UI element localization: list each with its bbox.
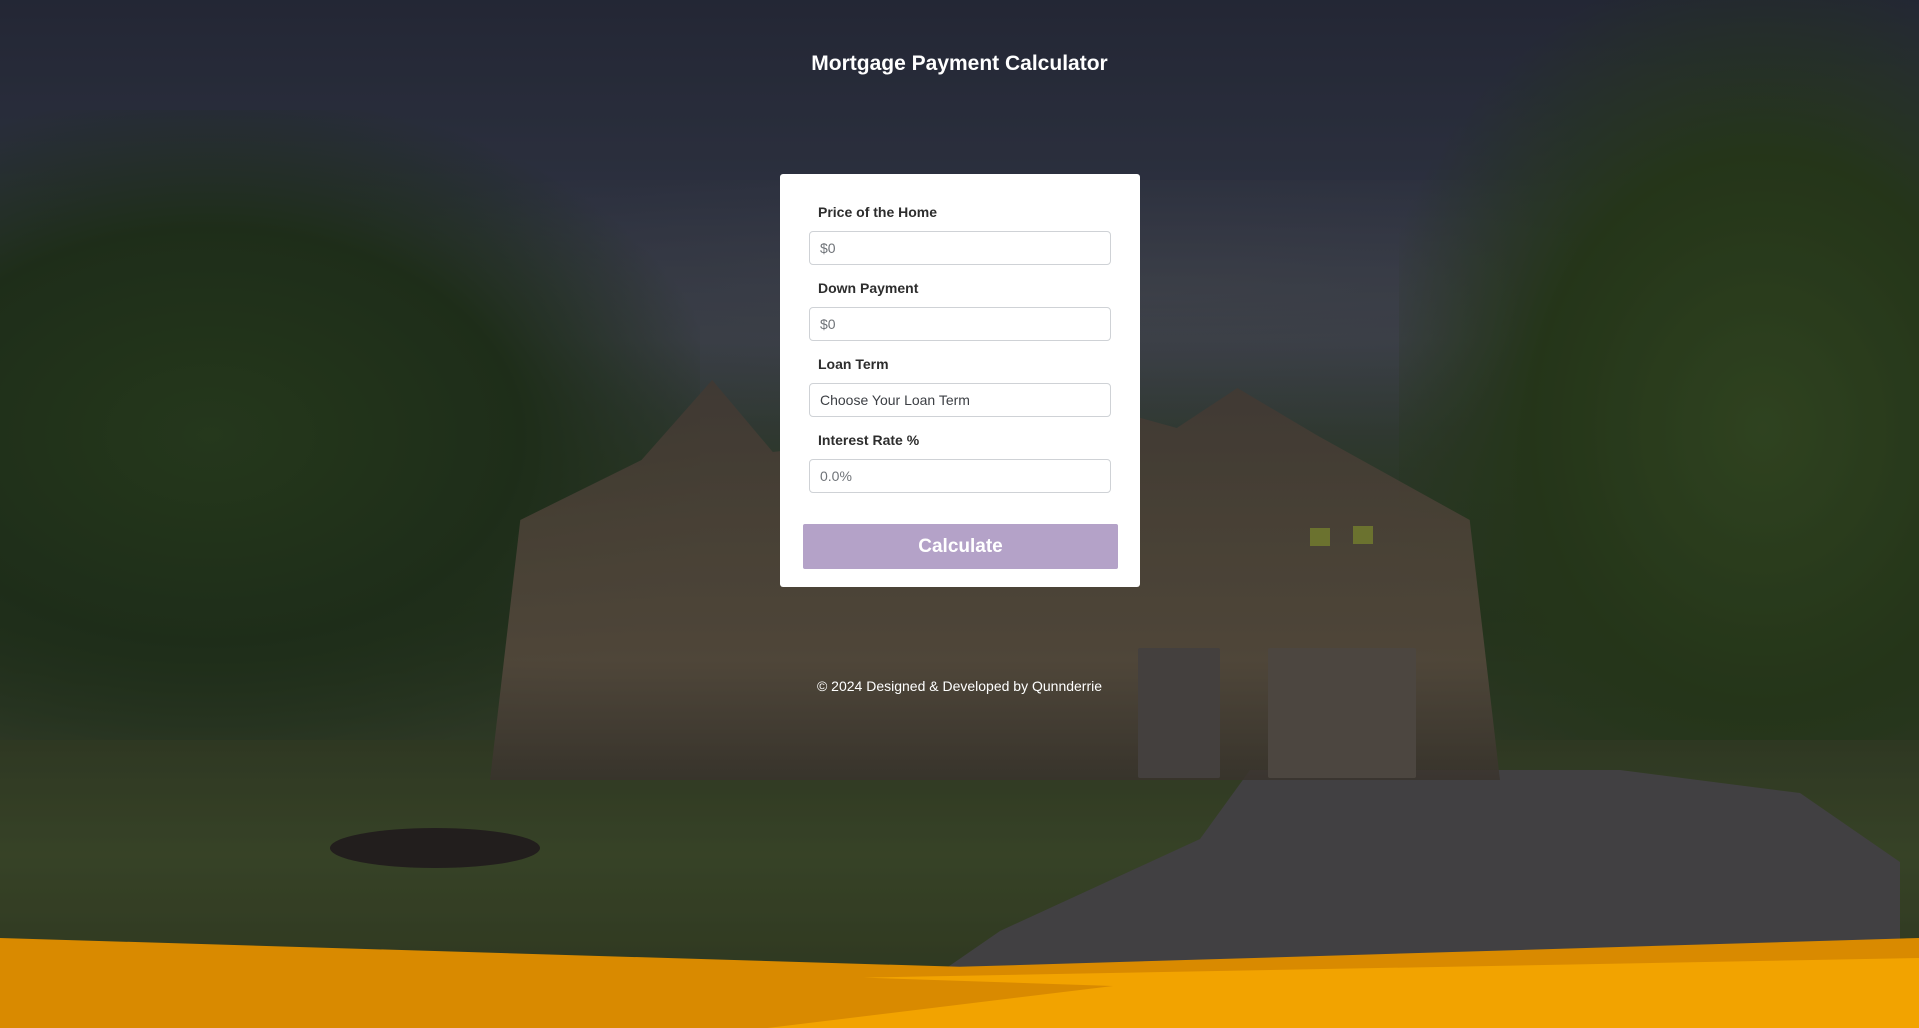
down-payment-input[interactable]	[809, 307, 1111, 341]
loan-term-selected-value: Choose Your Loan Term	[820, 392, 970, 408]
home-price-label: Price of the Home	[818, 204, 938, 220]
home-price-input[interactable]	[809, 231, 1111, 265]
down-payment-label: Down Payment	[818, 280, 919, 296]
interest-rate-input[interactable]	[809, 459, 1111, 493]
loan-term-select[interactable]: Choose Your Loan Term	[809, 383, 1111, 417]
footer-credit: © 2024 Designed & Developed by Qunnderri…	[816, 678, 1103, 694]
interest-rate-label: Interest Rate %	[818, 432, 920, 448]
calculator-card: Price of the Home Down Payment Loan Term…	[780, 174, 1140, 587]
loan-term-label: Loan Term	[818, 356, 889, 372]
page-title: Mortgage Payment Calculator	[811, 52, 1108, 75]
calculate-button[interactable]: Calculate	[803, 524, 1118, 569]
